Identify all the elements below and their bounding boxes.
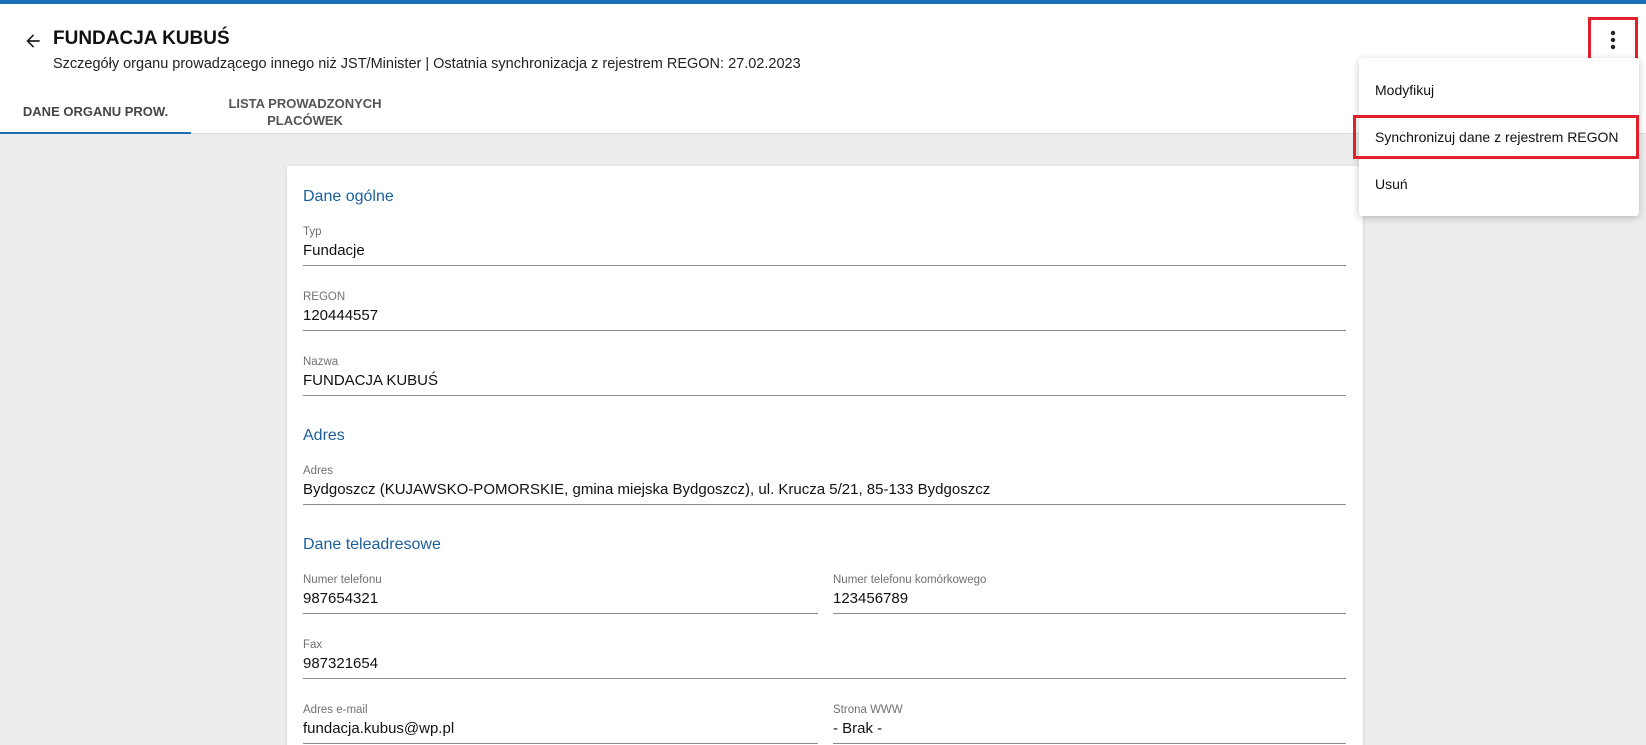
back-button[interactable] [20,28,46,54]
field-value: Fundacje [303,242,1346,266]
page-title: FUNDACJA KUBUŚ [53,28,230,49]
field-phone: Numer telefonu 987654321 [303,574,818,614]
field-value: 123456789 [833,590,1346,614]
field-value: FUNDACJA KUBUŚ [303,372,1346,396]
arrow-left-icon [26,34,40,48]
tab-label: LISTA PROWADZONYCH PLACÓWEK [228,96,382,128]
field-label: Fax [303,639,323,651]
field-nazwa: Nazwa FUNDACJA KUBUŚ [303,356,1346,396]
field-label: Numer telefonu [303,574,382,586]
field-adres: Adres Bydgoszcz (KUJAWSKO-POMORSKIE, gmi… [303,465,1346,505]
field-value: 987654321 [303,590,818,614]
field-label: Typ [303,226,322,238]
field-label: Adres [303,465,334,477]
menu-item-synchronizuj[interactable]: Synchronizuj dane z rejestrem REGON [1353,115,1639,159]
field-value: 120444557 [303,307,1346,331]
more-vert-icon [1610,30,1616,50]
field-label: Adres e-mail [303,704,368,716]
section-title-general: Dane ogólne [303,188,394,205]
field-mobile: Numer telefonu komórkowego 123456789 [833,574,1346,614]
field-value: fundacja.kubus@wp.pl [303,720,818,744]
field-value: - Brak - [833,720,1346,744]
more-options-button[interactable] [1588,17,1638,63]
field-typ: Typ Fundacje [303,226,1346,266]
details-card: Dane ogólne Typ Fundacje REGON 120444557… [287,166,1363,745]
field-label: Strona WWW [833,704,903,716]
field-fax: Fax 987321654 [303,639,1346,679]
field-value: Bydgoszcz (KUJAWSKO-POMORSKIE, gmina mie… [303,481,1346,505]
tab-dane-organu[interactable]: DANE ORGANU PROW. [0,90,191,134]
field-regon: REGON 120444557 [303,291,1346,331]
field-label: Nazwa [303,356,339,368]
field-www: Strona WWW - Brak - [833,704,1346,744]
field-value: 987321654 [303,655,1346,679]
page-subtitle: Szczegóły organu prowadzącego innego niż… [53,56,801,72]
menu-item-modyfikuj[interactable]: Modyfikuj [1359,68,1639,112]
section-title-address: Adres [303,427,345,444]
tab-label: DANE ORGANU PROW. [22,103,169,119]
field-email: Adres e-mail fundacja.kubus@wp.pl [303,704,818,744]
field-label: Numer telefonu komórkowego [833,574,987,586]
tab-lista-placowek[interactable]: LISTA PROWADZONYCH PLACÓWEK [191,90,419,134]
actions-menu: Modyfikuj Synchronizuj dane z rejestrem … [1353,58,1639,216]
section-title-contact: Dane teleadresowe [303,536,441,553]
field-label: REGON [303,291,346,303]
menu-item-usun[interactable]: Usuń [1359,162,1639,206]
